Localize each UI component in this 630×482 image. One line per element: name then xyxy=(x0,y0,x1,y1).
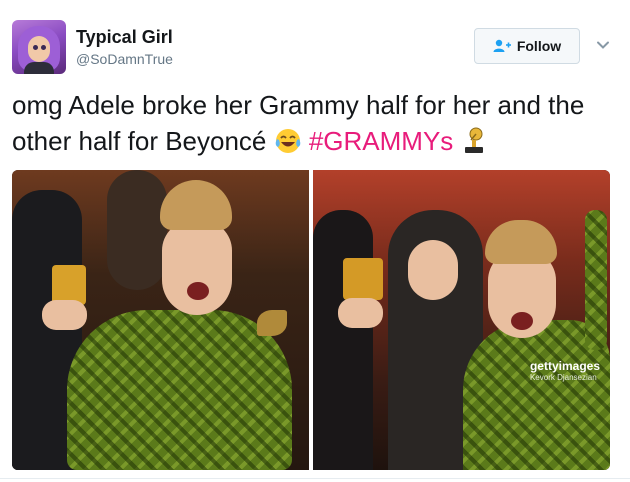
watermark-credit: Kevork Djansezian xyxy=(529,373,597,382)
follow-button[interactable]: Follow xyxy=(474,28,580,64)
tweet-text: omg Adele broke her Grammy half for her … xyxy=(12,87,616,159)
open-mouth xyxy=(511,312,533,330)
grammy-trophy xyxy=(52,265,86,305)
broken-gramophone xyxy=(257,310,287,336)
background-person xyxy=(313,210,373,470)
photo-left[interactable] xyxy=(12,170,309,470)
raised-arm xyxy=(585,210,607,350)
grammy-trophy-icon xyxy=(464,127,483,153)
avatar-face xyxy=(28,36,50,62)
hashtag-link[interactable]: #GRAMMYs xyxy=(309,126,453,156)
avatar-body xyxy=(24,62,54,74)
divider xyxy=(0,478,630,479)
hand xyxy=(42,300,87,330)
photo-right[interactable]: gettyimages Kevork Djansezian xyxy=(313,170,610,470)
media-gallery[interactable]: gettyimages Kevork Djansezian xyxy=(12,170,610,470)
user-handle[interactable]: @SoDamnTrue xyxy=(76,51,173,67)
hand xyxy=(338,298,383,328)
hair xyxy=(485,220,557,264)
avatar[interactable] xyxy=(12,20,66,74)
avatar-eye xyxy=(33,45,38,50)
display-name[interactable]: Typical Girl xyxy=(76,27,173,48)
getty-watermark: gettyimages Kevork Djansezian xyxy=(530,360,600,384)
chevron-down-icon[interactable] xyxy=(596,38,610,52)
add-user-icon xyxy=(493,39,511,52)
watermark-brand: gettyimages xyxy=(529,359,600,373)
background-person xyxy=(107,170,167,290)
background-face xyxy=(408,240,458,300)
hair xyxy=(160,180,232,230)
tears-of-joy-emoji-icon xyxy=(275,129,300,153)
follow-button-label: Follow xyxy=(516,38,562,54)
avatar-eye xyxy=(41,45,46,50)
grammy-trophy xyxy=(343,258,383,300)
open-mouth xyxy=(187,282,209,300)
tweet-card: Typical Girl @SoDamnTrue Follow omg Adel… xyxy=(0,0,630,482)
face xyxy=(162,220,232,315)
